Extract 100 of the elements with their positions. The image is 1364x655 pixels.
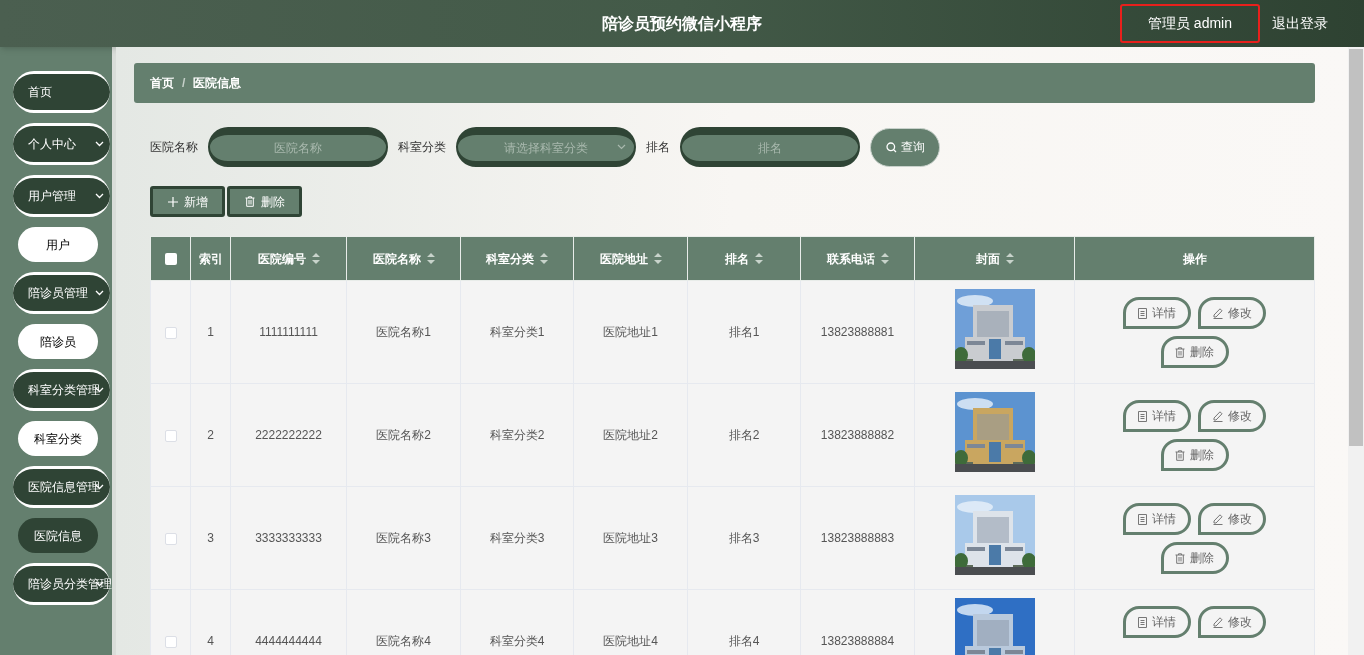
table-cell: 2 [207, 428, 214, 442]
details-button[interactable]: 详情 [1123, 400, 1191, 432]
sort-icon[interactable] [1005, 253, 1014, 264]
app-title: 陪诊员预约微信小程序 [602, 13, 762, 34]
logout-link[interactable]: 退出登录 [1272, 13, 1328, 34]
trash-icon [1175, 449, 1185, 461]
delete-button[interactable]: 删除 [1160, 336, 1229, 368]
delete-button[interactable]: 删除 [1160, 439, 1229, 471]
document-icon [1138, 616, 1147, 628]
table-cell: 医院名称2 [376, 428, 431, 442]
table-cell: 排名2 [728, 428, 760, 442]
menu-item[interactable]: 科室分类管理 [13, 369, 110, 411]
breadcrumb-link[interactable]: 首页 [150, 74, 174, 92]
menu-item[interactable]: 首页 [13, 71, 110, 113]
column-header[interactable]: 联系电话 [826, 249, 875, 268]
pencil-icon [1212, 307, 1223, 319]
row-checkbox[interactable] [164, 532, 177, 545]
column-header[interactable]: 医院名称 [372, 249, 421, 268]
sort-icon[interactable] [880, 253, 889, 264]
table-cell: 科室分类1 [489, 325, 545, 339]
table-cell: 3333333333 [255, 531, 322, 545]
menu-item[interactable]: 陪诊员管理 [13, 272, 110, 314]
row-checkbox[interactable] [164, 429, 177, 442]
table-cell: 排名3 [728, 531, 760, 545]
sort-icon[interactable] [311, 253, 320, 264]
table-cell: 科室分类4 [489, 634, 545, 648]
field-label: 排名 [646, 139, 670, 156]
delete-button[interactable]: 删除 [1160, 542, 1229, 574]
table-cell: 医院名称3 [376, 531, 431, 545]
menu-item[interactable]: 医院信息管理 [13, 466, 110, 508]
column-header[interactable]: 医院地址 [599, 249, 648, 268]
edit-button[interactable]: 修改 [1198, 503, 1266, 535]
table-cell: 排名1 [728, 325, 760, 339]
search-icon [885, 141, 897, 153]
table-cell: 4 [207, 634, 214, 648]
row-checkbox[interactable] [164, 326, 177, 339]
edit-button[interactable]: 修改 [1198, 400, 1266, 432]
column-header[interactable]: 封面 [975, 249, 1000, 268]
trash-icon [1175, 552, 1185, 564]
table-cell: 4444444444 [255, 634, 322, 648]
admin-label: 管理员 admin [1119, 4, 1260, 43]
table-cell: 1111111111 [259, 325, 318, 339]
edit-button[interactable]: 修改 [1198, 606, 1266, 638]
table-cell: 医院地址3 [603, 531, 658, 545]
document-icon [1138, 513, 1147, 525]
trash-icon [244, 196, 255, 207]
select-all-checkbox[interactable] [164, 253, 177, 266]
column-header[interactable]: 操作 [1182, 249, 1207, 268]
document-icon [1138, 410, 1147, 422]
table-cell: 13823888883 [820, 531, 895, 545]
breadcrumb-current: 医院信息 [193, 75, 242, 92]
table-cell: 1 [207, 325, 214, 339]
menu-item[interactable]: 用户管理 [13, 175, 110, 217]
plus-icon [167, 196, 178, 207]
delete-button[interactable]: 删除 [227, 186, 302, 217]
column-header[interactable]: 科室分类 [486, 249, 534, 268]
table-cell: 3 [207, 531, 214, 545]
table-cell: 医院地址4 [603, 634, 658, 648]
sort-icon[interactable] [653, 253, 662, 264]
chevron-down-icon [95, 290, 104, 296]
sort-icon[interactable] [540, 253, 548, 264]
submenu-item[interactable]: 医院信息 [18, 518, 98, 553]
submenu-item[interactable]: 陪诊员 [18, 324, 98, 359]
input-field[interactable]: 排名 [680, 127, 860, 167]
column-header[interactable]: 排名 [725, 249, 749, 268]
details-button[interactable]: 详情 [1123, 503, 1191, 535]
table-cell: 医院地址1 [603, 325, 658, 339]
details-button[interactable]: 详情 [1123, 606, 1191, 638]
select-field[interactable]: 请选择科室分类 [456, 127, 636, 167]
chevron-down-icon [617, 144, 626, 150]
add-button[interactable]: 新增 [150, 186, 225, 217]
submenu-item[interactable]: 用户 [18, 227, 98, 262]
breadcrumb-separator: / [182, 75, 186, 92]
table-cell: 13823888884 [820, 634, 895, 648]
submenu-item[interactable]: 科室分类 [18, 421, 98, 456]
document-icon [1138, 307, 1147, 319]
pencil-icon [1212, 410, 1223, 422]
field-label: 医院名称 [150, 139, 198, 156]
scrollbar-thumb[interactable] [1349, 49, 1363, 446]
pencil-icon [1212, 616, 1223, 628]
search-button[interactable]: 查询 [870, 127, 940, 167]
scrollbar[interactable] [1348, 47, 1364, 655]
table-cell: 科室分类3 [489, 531, 545, 545]
details-button[interactable]: 详情 [1123, 297, 1191, 329]
field-label: 科室分类 [398, 139, 446, 156]
table-cell: 医院名称4 [376, 634, 431, 648]
sort-icon[interactable] [426, 253, 435, 264]
input-field[interactable]: 医院名称 [208, 127, 388, 167]
column-header[interactable]: 医院编号 [257, 249, 306, 268]
edit-button[interactable]: 修改 [1198, 297, 1266, 329]
table-cell: 2222222222 [255, 428, 322, 442]
table-cell: 医院地址2 [603, 428, 658, 442]
chevron-down-icon [95, 141, 104, 147]
menu-item[interactable]: 个人中心 [13, 123, 110, 165]
trash-icon [1175, 346, 1185, 358]
row-checkbox[interactable] [164, 635, 177, 648]
table-cell: 排名4 [728, 634, 760, 648]
sort-icon[interactable] [755, 253, 763, 264]
pencil-icon [1212, 513, 1223, 525]
chevron-down-icon [95, 193, 104, 199]
